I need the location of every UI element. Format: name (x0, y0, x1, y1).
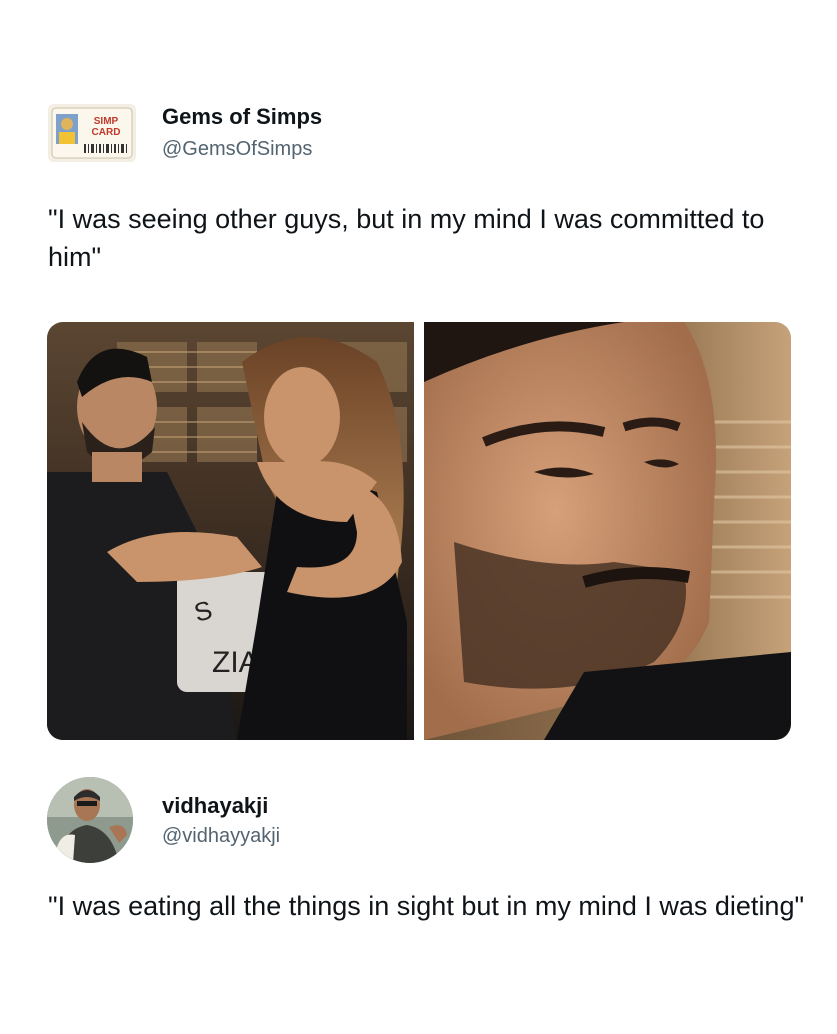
tweet2-display-name[interactable]: vidhayakji (162, 793, 268, 819)
tweet1-handle[interactable]: @GemsOfSimps (162, 138, 312, 161)
tweet1-text: "I was seeing other guys, but in my mind… (48, 204, 765, 272)
svg-text:SIMP: SIMP (94, 116, 119, 127)
simp-card-logo: SIMP CARD (48, 104, 136, 162)
svg-text:CARD: CARD (92, 127, 121, 138)
tweet1-display-name[interactable]: Gems of Simps (162, 104, 322, 130)
gems-of-simps-avatar[interactable]: SIMP CARD (48, 104, 136, 162)
vidhayakji-avatar[interactable] (47, 777, 133, 863)
tweet1-photo-closeup[interactable] (424, 322, 791, 740)
tweet2-text: "I was eating all the things in sight bu… (48, 891, 805, 921)
tweet2-handle[interactable]: @vidhayyakji (162, 825, 280, 848)
tweet1-photo-couple[interactable]: S ZIA (47, 322, 414, 740)
tweet1-media-grid[interactable]: S ZIA (47, 322, 791, 740)
